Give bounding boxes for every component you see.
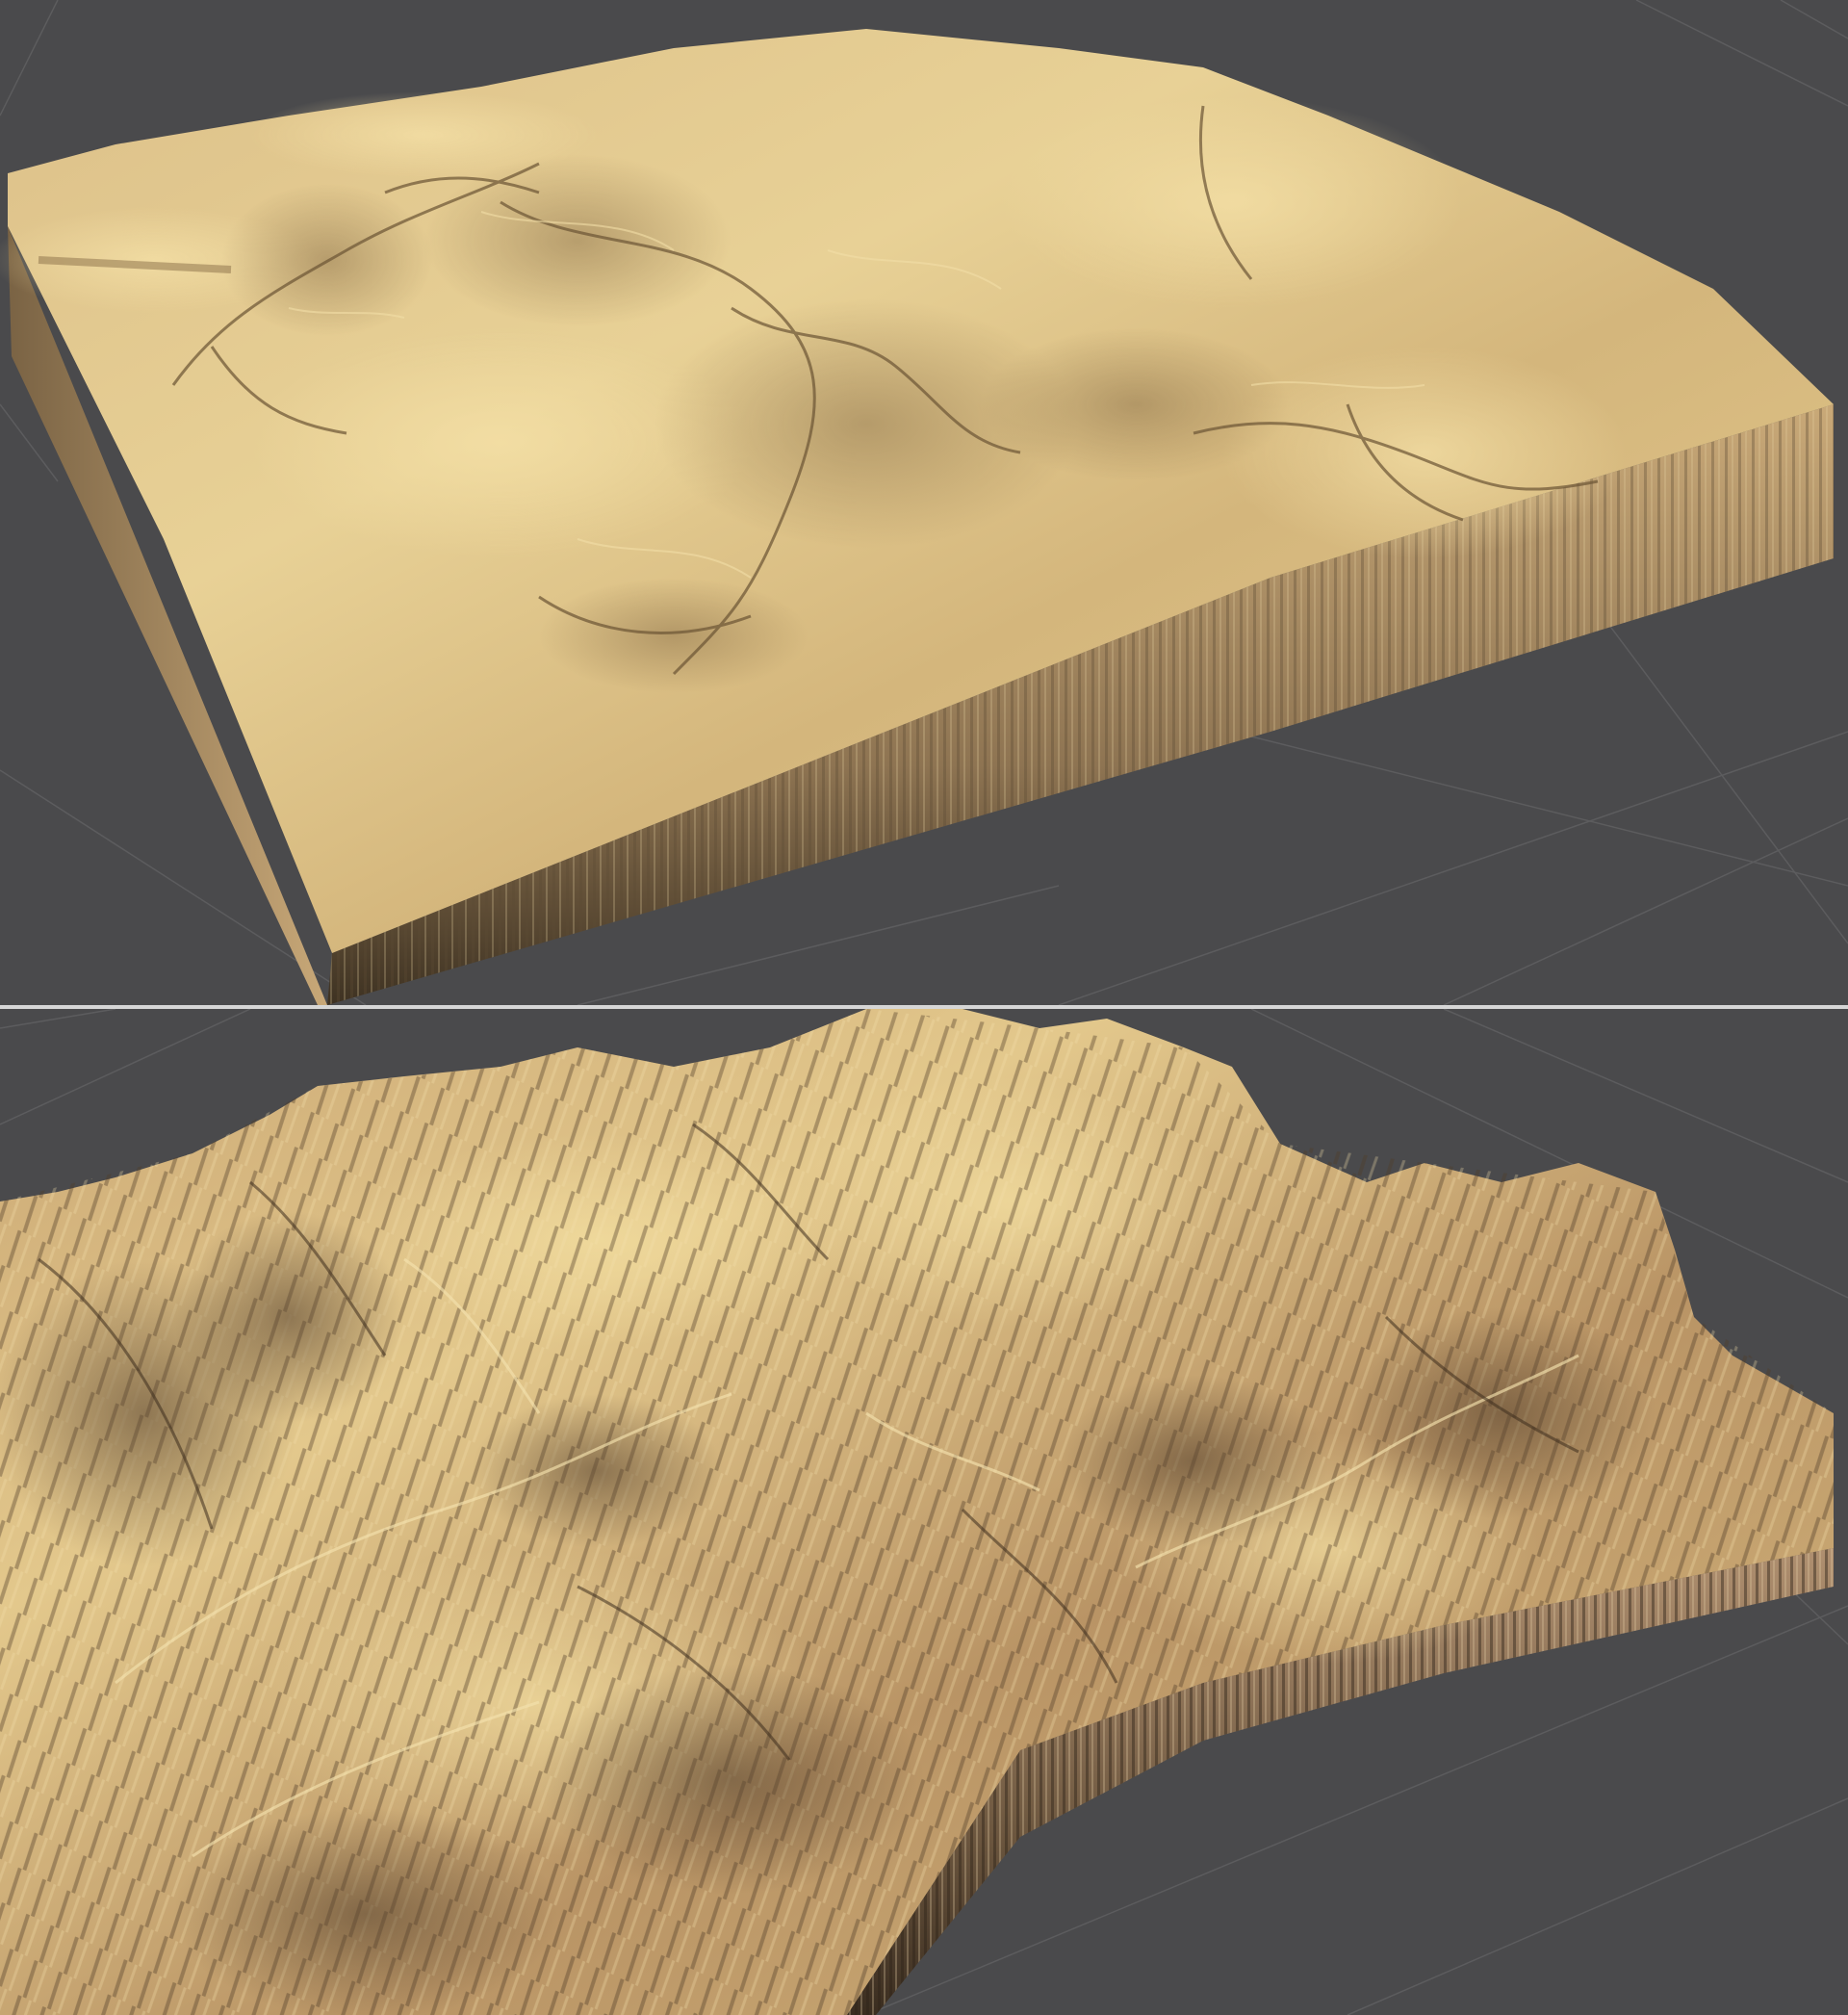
viewport-bottom[interactable]: [0, 1009, 1848, 2015]
viewport-top[interactable]: [0, 0, 1848, 1005]
terrain-render-bottom: [0, 1009, 1848, 2015]
terrain-render-top: [0, 0, 1848, 1005]
